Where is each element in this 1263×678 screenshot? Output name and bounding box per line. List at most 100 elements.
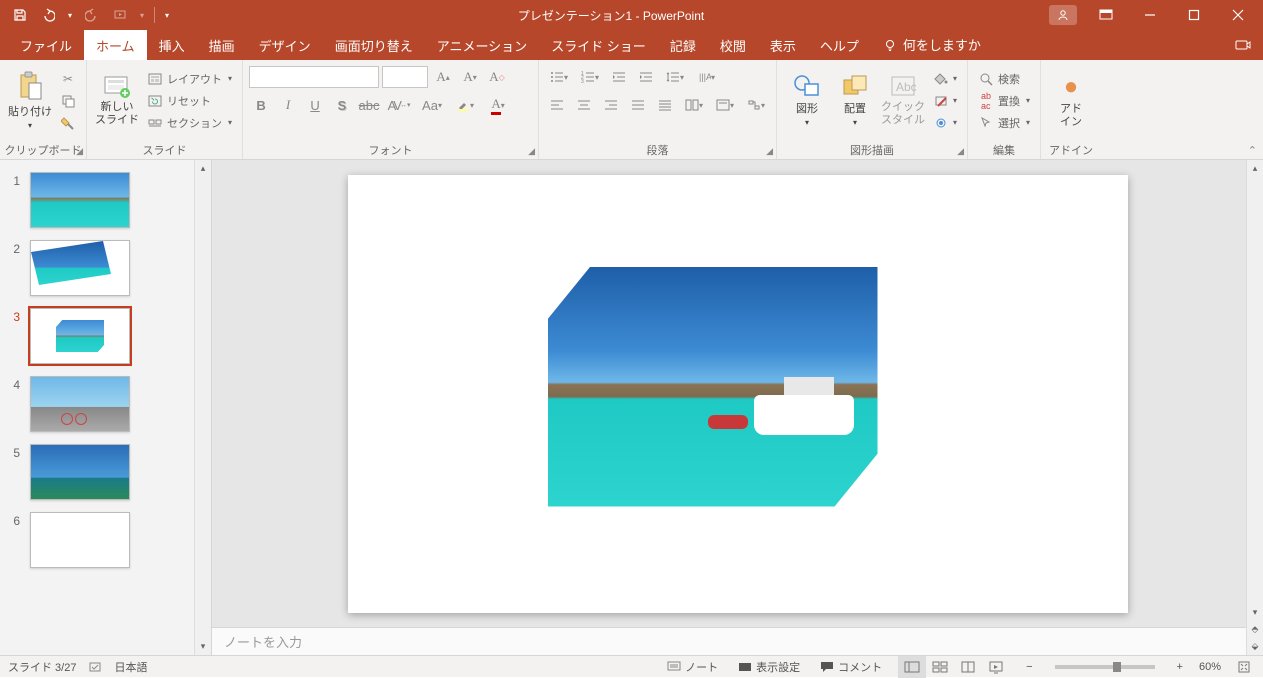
redo-icon[interactable] — [80, 3, 104, 27]
slide-stage[interactable] — [212, 160, 1263, 627]
tab-insert[interactable]: 挿入 — [147, 30, 197, 60]
slide-thumbnail[interactable]: 5 — [4, 438, 211, 506]
tab-animations[interactable]: アニメーション — [425, 30, 539, 60]
minimize-icon[interactable] — [1129, 0, 1171, 30]
slide-counter[interactable]: スライド 3/27 — [8, 659, 76, 675]
zoom-level[interactable]: 60% — [1199, 661, 1221, 673]
collapse-ribbon-icon[interactable]: ⌃ — [1248, 144, 1257, 157]
reading-view-icon[interactable] — [954, 656, 982, 678]
shape-outline-button[interactable]: ▾ — [929, 91, 961, 111]
align-center-button[interactable] — [572, 94, 596, 116]
notes-button[interactable]: ノート — [663, 656, 722, 677]
share-icon[interactable] — [1223, 30, 1263, 60]
tab-transitions[interactable]: 画面切り替え — [323, 30, 425, 60]
undo-icon[interactable] — [36, 3, 60, 27]
clipboard-launcher-icon[interactable]: ◢ — [76, 146, 83, 157]
slide-thumbnail[interactable]: 6 — [4, 506, 211, 574]
notes-pane[interactable]: ノートを入力 — [212, 627, 1263, 655]
new-slide-button[interactable]: 新しい スライド — [93, 68, 141, 134]
char-spacing-button[interactable]: AV↔▾ — [384, 94, 414, 116]
zoom-out-button[interactable]: − — [1022, 656, 1036, 677]
italic-button[interactable]: I — [276, 94, 300, 116]
tab-file[interactable]: ファイル — [8, 30, 84, 60]
smartart-button[interactable]: ▾ — [742, 94, 770, 116]
change-case-button[interactable]: Aa▾ — [417, 94, 447, 116]
quick-styles-button[interactable]: Abc クイック スタイル — [879, 68, 927, 134]
line-spacing-button[interactable]: ▾ — [661, 66, 689, 88]
addins-button[interactable]: ● アド イン — [1047, 68, 1095, 134]
scroll-up-icon[interactable]: ▴ — [1247, 160, 1263, 177]
maximize-icon[interactable] — [1173, 0, 1215, 30]
increase-indent-button[interactable] — [634, 66, 658, 88]
next-slide-icon[interactable]: ⬙ — [1247, 638, 1263, 655]
shapes-button[interactable]: 図形▾ — [783, 68, 831, 134]
font-family-combo[interactable] — [249, 66, 379, 88]
comments-button[interactable]: コメント — [816, 656, 886, 677]
slide[interactable] — [348, 175, 1128, 613]
scroll-down-icon[interactable]: ▾ — [195, 638, 211, 655]
slide-sorter-view-icon[interactable] — [926, 656, 954, 678]
slideshow-view-icon[interactable] — [982, 656, 1010, 678]
tab-help[interactable]: ヘルプ — [808, 30, 871, 60]
replace-button[interactable]: abac置換▾ — [974, 91, 1034, 111]
qat-dropdown-icon[interactable]: ▾ — [136, 3, 148, 27]
slide-thumbnail[interactable]: 3 — [4, 302, 211, 370]
prev-slide-icon[interactable]: ⬘ — [1247, 621, 1263, 638]
zoom-slider[interactable] — [1055, 665, 1155, 669]
align-right-button[interactable] — [599, 94, 623, 116]
grow-font-button[interactable]: A▴ — [431, 66, 455, 88]
highlight-button[interactable]: ▾ — [450, 94, 480, 116]
numbering-button[interactable]: 123▾ — [576, 66, 604, 88]
canvas-vertical-scrollbar[interactable]: ▴ ▾ ⬘ ⬙ — [1246, 160, 1263, 655]
bold-button[interactable]: B — [249, 94, 273, 116]
reset-button[interactable]: リセット — [143, 91, 236, 111]
shape-fill-button[interactable]: ▾ — [929, 69, 961, 89]
tab-design[interactable]: デザイン — [247, 30, 323, 60]
drawing-launcher-icon[interactable]: ◢ — [957, 146, 964, 157]
spell-check-icon[interactable] — [88, 660, 102, 674]
layout-button[interactable]: レイアウト▾ — [143, 69, 236, 89]
font-color-button[interactable]: A▾ — [483, 94, 513, 116]
columns-button[interactable]: ▾ — [680, 94, 708, 116]
select-button[interactable]: 選択▾ — [974, 113, 1034, 133]
tab-view[interactable]: 表示 — [758, 30, 808, 60]
tab-slideshow[interactable]: スライド ショー — [539, 30, 658, 60]
shadow-button[interactable]: S — [330, 94, 354, 116]
distributed-button[interactable] — [653, 94, 677, 116]
justify-button[interactable] — [626, 94, 650, 116]
tell-me-search[interactable]: 何をしますか — [871, 29, 993, 60]
find-button[interactable]: 検索 — [974, 69, 1034, 89]
format-painter-button[interactable] — [56, 113, 80, 133]
start-from-beginning-icon[interactable] — [108, 3, 132, 27]
align-text-button[interactable]: ▾ — [711, 94, 739, 116]
decrease-indent-button[interactable] — [607, 66, 631, 88]
copy-button[interactable] — [56, 91, 80, 111]
font-size-combo[interactable] — [382, 66, 428, 88]
scroll-up-icon[interactable]: ▴ — [195, 160, 211, 177]
undo-dropdown-icon[interactable]: ▾ — [64, 3, 76, 27]
thumbnail-scrollbar[interactable]: ▴ ▾ — [194, 160, 211, 655]
bullets-button[interactable]: ▾ — [545, 66, 573, 88]
save-icon[interactable] — [8, 3, 32, 27]
text-direction-button[interactable]: |||A▾ — [692, 66, 720, 88]
account-icon[interactable] — [1049, 5, 1077, 25]
section-button[interactable]: セクション▾ — [143, 113, 236, 133]
scroll-down-icon[interactable]: ▾ — [1247, 604, 1263, 621]
display-settings-button[interactable]: 表示設定 — [734, 656, 804, 677]
tab-record[interactable]: 記録 — [658, 30, 708, 60]
tab-home[interactable]: ホーム — [84, 30, 147, 60]
slide-thumbnail[interactable]: 2 — [4, 234, 211, 302]
paste-button[interactable]: 貼り付け ▾ — [6, 68, 54, 134]
fit-to-window-icon[interactable] — [1233, 656, 1255, 677]
font-launcher-icon[interactable]: ◢ — [528, 146, 535, 157]
qat-customize-icon[interactable]: ▾ — [161, 3, 173, 27]
close-icon[interactable] — [1217, 0, 1259, 30]
align-left-button[interactable] — [545, 94, 569, 116]
tab-review[interactable]: 校閲 — [708, 30, 758, 60]
ribbon-display-options-icon[interactable] — [1085, 0, 1127, 30]
shrink-font-button[interactable]: A▾ — [458, 66, 482, 88]
slide-thumbnail[interactable]: 1 — [4, 166, 211, 234]
zoom-in-button[interactable]: + — [1173, 656, 1187, 677]
normal-view-icon[interactable] — [898, 656, 926, 678]
slide-thumbnail[interactable]: 4 — [4, 370, 211, 438]
